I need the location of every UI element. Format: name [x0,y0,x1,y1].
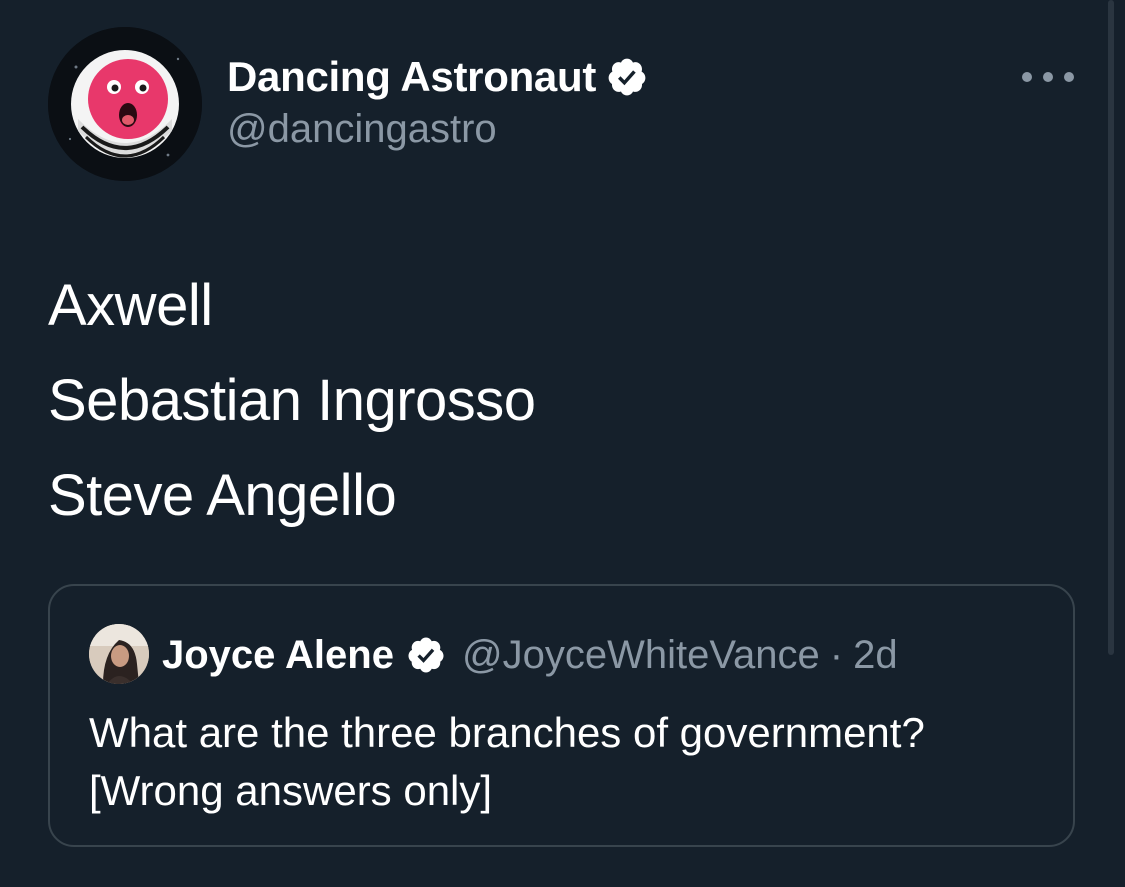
author-handle[interactable]: @dancingastro [227,107,497,152]
quoted-tweet-timestamp[interactable]: 2d [853,633,898,678]
tweet-line: Axwell [48,273,213,338]
verified-badge-icon [406,635,446,675]
verified-badge-icon [606,56,648,98]
author-avatar[interactable] [48,27,202,181]
tweet-line: Sebastian Ingrosso [48,368,536,433]
quoted-tweet-text: What are the three branches of governmen… [89,704,925,820]
dot [1043,72,1053,82]
avatar-photo-icon [89,624,149,684]
separator: · [829,632,844,677]
dancing-astronaut-logo-icon [48,27,202,181]
tweet-line: Steve Angello [48,463,397,528]
author-display-name[interactable]: Dancing Astronaut [227,53,596,101]
quoted-tweet-card[interactable]: Joyce Alene @JoyceWhiteVance · 2d What a… [48,584,1075,847]
quoted-author-avatar[interactable] [89,624,149,684]
dot [1064,72,1074,82]
tweet-text: Axwell Sebastian Ingrosso Steve Angello [48,258,536,543]
quoted-author-handle[interactable]: @JoyceWhiteVance [462,633,820,678]
quoted-tweet-line: What are the three branches of governmen… [89,709,925,756]
more-options-icon[interactable] [1022,66,1074,88]
quoted-tweet-line: [Wrong answers only] [89,767,493,814]
quoted-tweet-header: Joyce Alene @JoyceWhiteVance · 2d [162,629,898,681]
dot [1022,72,1032,82]
author-name-line: Dancing Astronaut [227,52,648,102]
quoted-author-name[interactable]: Joyce Alene [162,633,394,678]
scrollbar[interactable] [1108,0,1114,655]
